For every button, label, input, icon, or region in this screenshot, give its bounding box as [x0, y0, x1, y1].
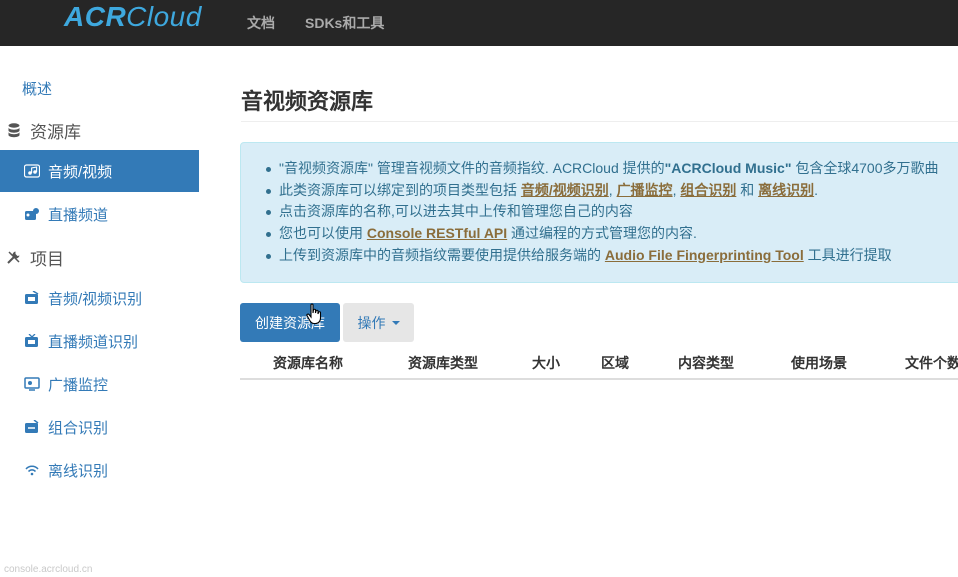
info-text: 您也可以使用 — [279, 225, 367, 242]
sidebar-item-broadcast-monitoring[interactable]: 广播监控 — [0, 363, 199, 405]
info-text: , — [608, 181, 617, 198]
link-offline-recognition[interactable]: 离线识别 — [758, 182, 814, 198]
sidebar-item-offline-recognition[interactable]: 离线识别 — [0, 449, 199, 491]
info-text: 工具进行提取 — [803, 246, 892, 263]
create-library-button[interactable]: 创建资源库 — [240, 303, 340, 342]
sidebar-item-label: 广播监控 — [48, 376, 109, 394]
hand-pointer-icon — [306, 303, 324, 330]
brand-logo[interactable]: ACRCloud — [64, 1, 202, 33]
live-recognition-icon — [24, 333, 40, 348]
column-header-region[interactable]: 区域 — [601, 353, 629, 373]
link-broadcast-monitoring[interactable]: 广播监控 — [617, 182, 673, 198]
info-line-1: "音视频资源库" 管理音视频文件的音频指纹. ACRCloud 提供的"ACRC… — [266, 158, 939, 180]
sidebar-item-overview[interactable]: 概述 — [0, 67, 199, 109]
sidebar-item-hybrid-recognition[interactable]: 组合识别 — [0, 406, 199, 448]
brand-logo-bold: ACR — [64, 1, 127, 32]
actions-dropdown-button[interactable]: 操作 — [343, 303, 414, 342]
sidebar-item-label: 离线识别 — [48, 462, 109, 480]
info-list: "音视频资源库" 管理音视频文件的音频指纹. ACRCloud 提供的"ACRC… — [266, 158, 939, 267]
brand-logo-light: Cloud — [126, 1, 202, 32]
info-text: . — [814, 181, 819, 198]
table-header-divider — [240, 378, 958, 380]
info-text: 包含全球4700多万歌曲 — [791, 160, 939, 176]
info-alert: "音视频资源库" 管理音视频文件的音频指纹. ACRCloud 提供的"ACRC… — [240, 142, 958, 283]
status-bar-url: console.acrcloud.cn — [4, 564, 93, 575]
database-icon — [6, 122, 22, 138]
info-text: 通过编程的方式管理您的内容. — [507, 225, 697, 242]
hybrid-icon — [24, 419, 40, 434]
column-header-content-type[interactable]: 内容类型 — [678, 353, 734, 373]
monitor-icon — [24, 377, 40, 391]
sidebar-item-label: 直播频道识别 — [48, 333, 139, 351]
caret-down-icon — [391, 320, 400, 325]
column-header-name[interactable]: 资源库名称 — [273, 353, 343, 373]
sidebar-item-label: 音频/视频识别 — [48, 290, 143, 308]
sidebar-header-label: 资源库 — [30, 122, 81, 142]
wifi-icon — [24, 463, 40, 477]
sidebar-item-audio-video[interactable]: 音频/视频 — [0, 150, 199, 192]
sidebar-header-label: 项目 — [30, 249, 64, 269]
link-fingerprinting-tool[interactable]: Audio File Fingerprinting Tool — [605, 247, 804, 263]
music-box-icon — [23, 164, 41, 178]
info-line-4: 您也可以使用 Console RESTful API 通过编程的方式管理您的内容… — [266, 223, 939, 245]
sidebar: 概述 资源库 音频/视频 直播频道 项目 音频/视频识别 直播频道识别 广播监控… — [0, 46, 200, 577]
info-text: 点击资源库的名称,可以进去其中上传和管理您自己的内容 — [279, 203, 633, 220]
info-line-5: 上传到资源库中的音频指纹需要使用提供给服务端的 Audio File Finge… — [266, 245, 939, 267]
sidebar-item-label: 直播频道 — [48, 206, 109, 224]
nav-link-sdks-tools[interactable]: SDKs和工具 — [305, 13, 384, 33]
info-text: 上传到资源库中的音频指纹需要使用提供给服务端的 — [279, 246, 605, 263]
broadcast-icon — [24, 207, 40, 221]
column-header-usage[interactable]: 使用场景 — [791, 353, 847, 373]
sidebar-item-audio-video-recognition[interactable]: 音频/视频识别 — [0, 277, 199, 319]
column-header-file-count[interactable]: 文件个数 — [905, 353, 958, 373]
recognition-icon — [24, 290, 40, 305]
column-header-size[interactable]: 大小 — [532, 353, 560, 373]
nav-link-docs[interactable]: 文档 — [247, 13, 275, 33]
wrench-icon — [6, 249, 22, 265]
page-title: 音视频资源库 — [241, 89, 374, 114]
info-bold-text: "ACRCloud Music" — [664, 160, 792, 176]
top-navbar: ACRCloud 文档 SDKs和工具 — [0, 0, 958, 46]
sidebar-item-label: 概述 — [22, 80, 53, 98]
link-console-restful-api[interactable]: Console RESTful API — [367, 225, 507, 241]
actions-label: 操作 — [357, 314, 386, 331]
info-line-2: 此类资源库可以绑定到的项目类型包括 音频/视频识别, 广播监控, 组合识别 和 … — [266, 180, 939, 202]
column-header-type[interactable]: 资源库类型 — [408, 353, 478, 373]
info-text: 和 — [736, 181, 759, 198]
sidebar-header-library: 资源库 — [6, 115, 81, 145]
sidebar-item-label: 组合识别 — [48, 419, 109, 437]
link-hybrid-recognition[interactable]: 组合识别 — [680, 182, 736, 198]
sidebar-header-project: 项目 — [6, 242, 64, 272]
sidebar-item-label: 音频/视频 — [48, 163, 113, 181]
link-audio-video-recognition[interactable]: 音频/视频识别 — [521, 182, 609, 198]
info-text: 此类资源库可以绑定到的项目类型包括 — [279, 181, 521, 198]
info-text: "音视频资源库" 管理音视频文件的音频指纹. ACRCloud 提供的 — [279, 160, 665, 176]
title-divider — [241, 121, 958, 122]
sidebar-item-live-channel[interactable]: 直播频道 — [0, 193, 199, 235]
sidebar-item-live-channel-recognition[interactable]: 直播频道识别 — [0, 320, 199, 362]
info-line-3: 点击资源库的名称,可以进去其中上传和管理您自己的内容 — [266, 201, 939, 223]
